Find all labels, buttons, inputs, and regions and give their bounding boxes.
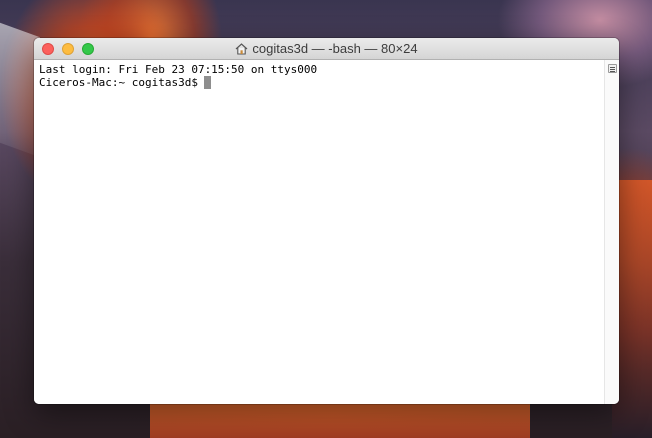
text-cursor <box>203 76 211 89</box>
desktop-wallpaper: cogitas3d — -bash — 80×24 Last login: Fr… <box>0 0 652 438</box>
split-view-icon[interactable] <box>608 64 617 73</box>
vertical-scrollbar[interactable] <box>604 60 619 404</box>
window-title: cogitas3d — -bash — 80×24 <box>34 38 619 60</box>
wallpaper-mountain-bottom <box>150 398 530 438</box>
terminal-content[interactable]: Last login: Fri Feb 23 07:15:50 on ttys0… <box>34 60 604 404</box>
terminal-window: cogitas3d — -bash — 80×24 Last login: Fr… <box>34 38 619 404</box>
home-icon <box>235 40 248 62</box>
title-bar[interactable]: cogitas3d — -bash — 80×24 <box>34 38 619 60</box>
terminal-line-prompt: Ciceros-Mac:~ cogitas3d$ <box>39 76 604 89</box>
terminal-line-login: Last login: Fri Feb 23 07:15:50 on ttys0… <box>39 63 318 76</box>
window-title-text: cogitas3d — -bash — 80×24 <box>252 41 418 56</box>
prompt-text: Ciceros-Mac:~ cogitas3d$ <box>39 76 198 89</box>
